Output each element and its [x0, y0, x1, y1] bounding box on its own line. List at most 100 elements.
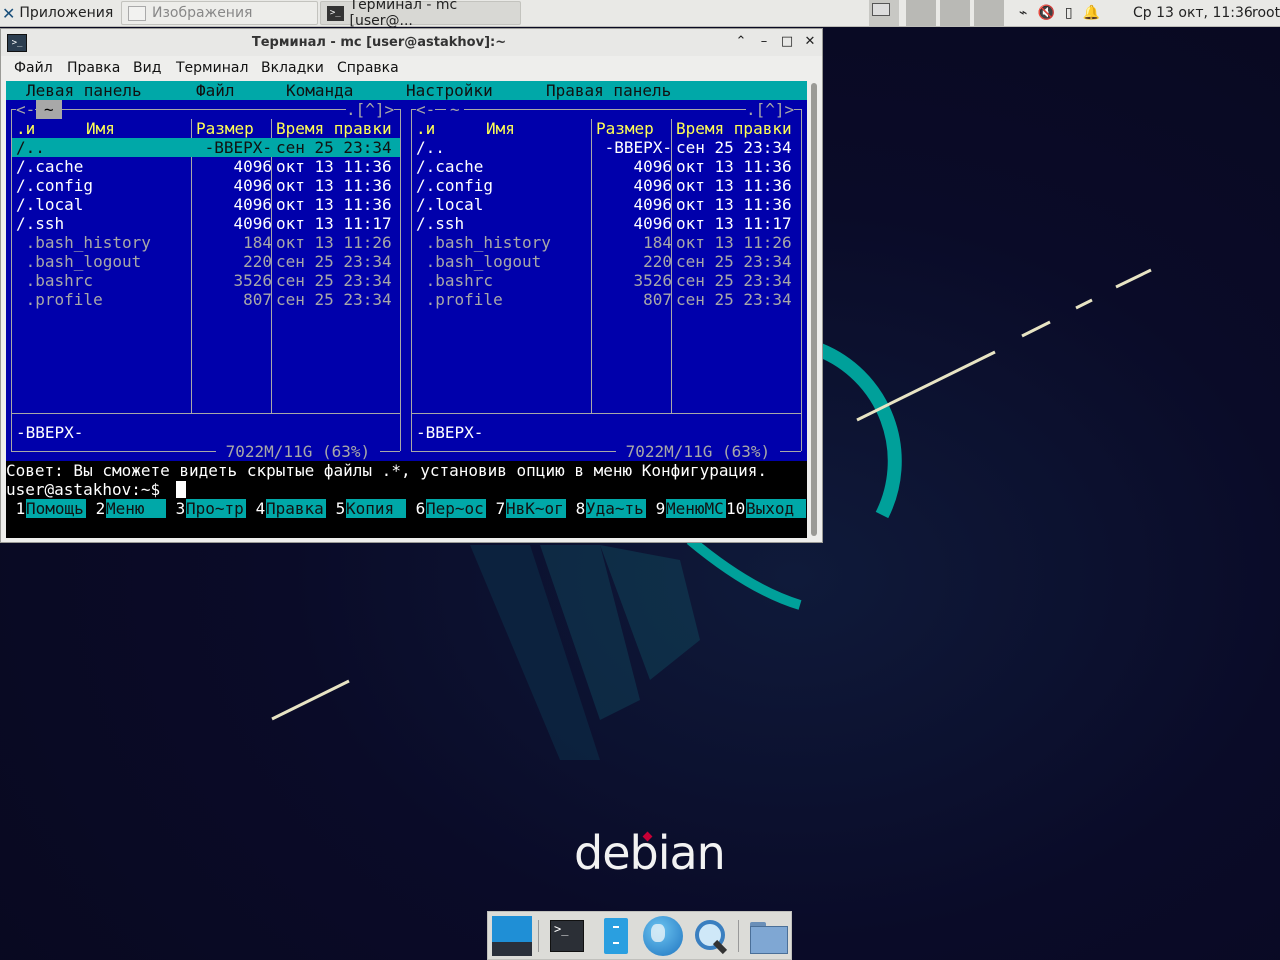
file-cabinet-icon[interactable]: [596, 916, 636, 956]
menu-terminal[interactable]: Терминал: [176, 60, 248, 76]
file-row[interactable]: /.config 4096 окт 13 11:36: [12, 176, 400, 195]
network-icon[interactable]: ⌁: [1019, 5, 1027, 21]
file-row[interactable]: /.ssh 4096 окт 13 11:17: [412, 214, 800, 233]
panel-border: [400, 109, 401, 451]
mc-command-line[interactable]: user@astakhov:~$: [6, 480, 807, 499]
terminal-emulator-icon[interactable]: >_: [548, 916, 588, 956]
panel-border: [801, 109, 802, 451]
notifications-bell-icon[interactable]: 🔔: [1083, 5, 1100, 21]
fkey-number: 7: [486, 499, 506, 518]
taskbar-terminal-window[interactable]: >_ Терминал - mc [user@...: [320, 0, 521, 29]
wallpaper-line-5: [271, 679, 350, 721]
user-menu[interactable]: root: [1252, 0, 1280, 26]
workspace-2[interactable]: [906, 0, 937, 26]
fkey-5-button[interactable]: Копия: [346, 499, 406, 518]
file-row[interactable]: .bash_history 184 окт 13 11:26: [412, 233, 800, 252]
workspace-4[interactable]: [974, 0, 1005, 26]
file-row[interactable]: .bash_logout 220 сен 25 23:34: [412, 252, 800, 271]
fkey-4-button[interactable]: Правка: [266, 499, 326, 518]
menu-tabs[interactable]: Вкладки: [261, 60, 324, 76]
panel-divider: [411, 413, 801, 414]
window-titlebar[interactable]: >_ Терминал - mc [user@astakhov]:~ ⌃ – □…: [1, 29, 822, 56]
file-row[interactable]: .profile 807 сен 25 23:34: [412, 290, 800, 309]
fkey-number: 4: [246, 499, 266, 518]
minimize-icon[interactable]: –: [754, 32, 774, 52]
file-row[interactable]: .profile 807 сен 25 23:34: [12, 290, 400, 309]
window-menubar: Файл Правка Вид Терминал Вкладки Справка: [1, 57, 822, 81]
right-panel-corner-controls[interactable]: .[^]>: [746, 100, 795, 119]
left-panel-path[interactable]: ~: [36, 100, 62, 119]
file-row[interactable]: .bashrc 3526 сен 25 23:34: [12, 271, 400, 290]
panel-corner-left[interactable]: <-: [16, 100, 36, 119]
fkey-10-button[interactable]: Выход: [746, 499, 806, 518]
fkey-2-button[interactable]: Меню: [106, 499, 166, 518]
fkey-number: 9: [646, 499, 666, 518]
show-desktop-icon[interactable]: [492, 916, 532, 956]
mc-menu-right-panel[interactable]: Правая панель: [546, 81, 671, 100]
file-row[interactable]: /.. -ВВЕРХ-сен 25 23:34: [12, 138, 400, 157]
file-row[interactable]: .bash_logout 220 сен 25 23:34: [12, 252, 400, 271]
menu-view[interactable]: Вид: [133, 60, 161, 76]
left-panel-corner-controls[interactable]: .[^]>: [346, 100, 395, 119]
taskbar-images-window[interactable]: Изображения: [121, 1, 318, 25]
fkey-8-button[interactable]: Уда~ть: [586, 499, 646, 518]
menu-edit[interactable]: Правка: [67, 60, 120, 76]
mc-menu-file[interactable]: Файл: [196, 81, 235, 100]
folder-icon[interactable]: [748, 916, 788, 956]
clock-text: Ср 13 окт, 11:36: [1133, 5, 1253, 21]
column-header-size[interactable]: Размер: [196, 119, 254, 138]
applications-menu[interactable]: ✕ Приложения ⋮: [2, 0, 129, 26]
column-header-size[interactable]: Размер: [596, 119, 654, 138]
fkey-7-button[interactable]: НвК~ог: [506, 499, 566, 518]
file-row[interactable]: /.cache 4096 окт 13 11:36: [12, 157, 400, 176]
fkey-6-button[interactable]: Пер~ос: [426, 499, 486, 518]
fkey-9-button[interactable]: МенюМС: [666, 499, 726, 518]
fkey-1-button[interactable]: Помощь: [26, 499, 86, 518]
column-header-mtime[interactable]: Время правки: [276, 119, 392, 138]
file-row[interactable]: /.config 4096 окт 13 11:36: [412, 176, 800, 195]
file-row[interactable]: /.cache 4096 окт 13 11:36: [412, 157, 800, 176]
file-row[interactable]: /.ssh 4096 окт 13 11:17: [12, 214, 400, 233]
workspace-1[interactable]: [869, 0, 900, 26]
file-row[interactable]: .bashrc 3526 сен 25 23:34: [412, 271, 800, 290]
menu-help[interactable]: Справка: [337, 60, 399, 76]
left-panel[interactable]: <- ~ .[^]> .и Имя Размер Время правки /.. -ВВ…: [6, 100, 406, 461]
file-row[interactable]: .bash_history 184 окт 13 11:26: [12, 233, 400, 252]
panel-corner-left[interactable]: <-: [416, 100, 436, 119]
file-mtime: сен 25 23:34: [276, 271, 392, 290]
column-header-name[interactable]: Имя: [86, 119, 115, 138]
mc-menu-command[interactable]: Команда: [286, 81, 353, 100]
file-size: 4096: [233, 214, 272, 233]
scrollbar-thumb[interactable]: [811, 83, 817, 536]
clock[interactable]: Ср 13 окт, 11:36: [1133, 0, 1253, 26]
mc-menu-options[interactable]: Настройки: [406, 81, 493, 100]
fkey-3-button[interactable]: Про~тр: [186, 499, 246, 518]
file-size: 4096: [633, 176, 672, 195]
terminal-scrollbar[interactable]: [808, 81, 821, 538]
file-size: 4096: [233, 157, 272, 176]
sort-indicator[interactable]: .и: [416, 119, 436, 138]
file-row[interactable]: /.local 4096 окт 13 11:36: [412, 195, 800, 214]
web-browser-globe-icon[interactable]: [643, 916, 683, 956]
shade-up-icon[interactable]: ⌃: [731, 32, 751, 52]
close-icon[interactable]: ✕: [800, 32, 820, 52]
file-mtime: сен 25 23:34: [676, 138, 792, 157]
workspace-3[interactable]: [940, 0, 971, 26]
file-mtime: сен 25 23:34: [276, 138, 392, 157]
right-panel-path[interactable]: ~: [446, 100, 464, 119]
debian-logo: debian: [574, 826, 726, 880]
mc-menu-left-panel[interactable]: Левая панель: [26, 81, 142, 100]
menu-file[interactable]: Файл: [14, 60, 53, 76]
maximize-icon[interactable]: □: [777, 32, 797, 52]
file-row[interactable]: /.. -ВВЕРХ-сен 25 23:34: [412, 138, 800, 157]
volume-muted-icon[interactable]: 🔇: [1037, 5, 1054, 21]
sort-indicator[interactable]: .и: [16, 119, 36, 138]
column-header-mtime[interactable]: Время правки: [676, 119, 792, 138]
search-magnifier-icon[interactable]: [691, 916, 731, 956]
column-header-name[interactable]: Имя: [486, 119, 515, 138]
file-row[interactable]: /.local 4096 окт 13 11:36: [12, 195, 400, 214]
terminal-content[interactable]: Левая панель Файл Команда Настройки Прав…: [6, 81, 807, 538]
right-panel[interactable]: <- ~ .[^]> .и Имя Размер Время правки /.. -ВВ…: [406, 100, 807, 461]
midnight-commander: Левая панель Файл Команда Настройки Прав…: [6, 81, 807, 518]
battery-icon[interactable]: ▯: [1065, 5, 1073, 21]
